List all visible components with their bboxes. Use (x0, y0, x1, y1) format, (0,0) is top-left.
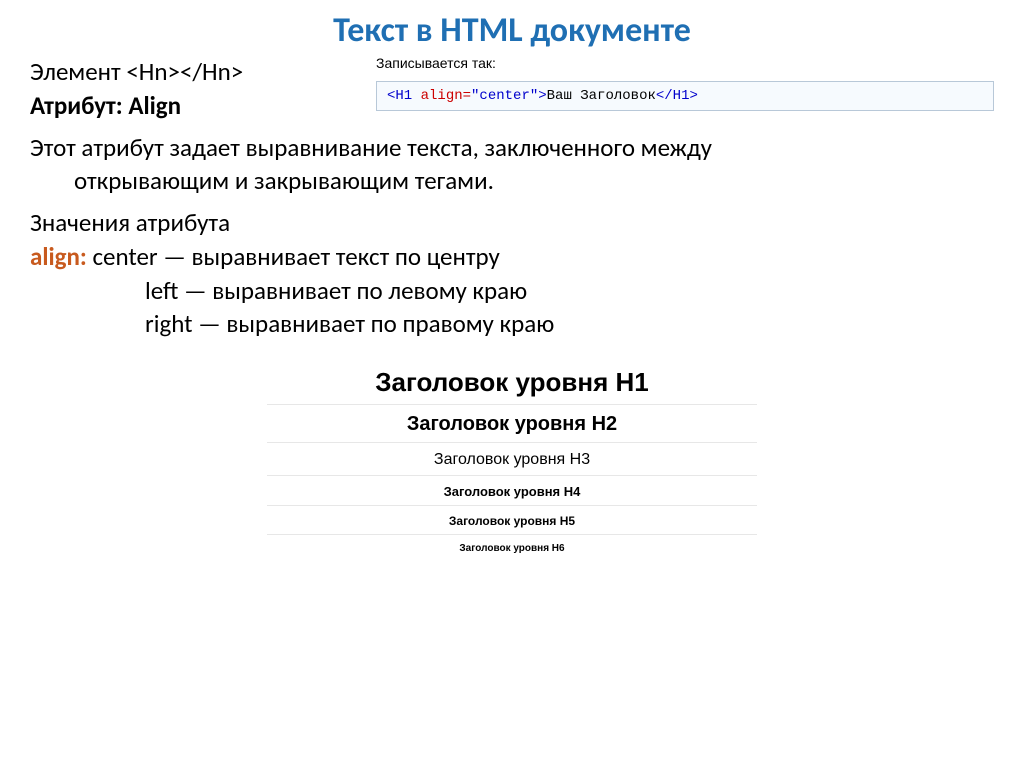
align-values-line-1: align: center — выравнивает текст по цен… (30, 240, 994, 274)
align-value-right: right — выравнивает по правому краю (30, 307, 994, 341)
attribute-line: Атрибут: Align (30, 89, 370, 123)
divider (267, 442, 757, 443)
slide-content: Текст в HTML документе Элемент <Hn></Hn>… (0, 0, 1024, 554)
heading-samples: Заголовок уровня H1 Заголовок уровня H2 … (267, 367, 757, 554)
slide-title: Текст в HTML документе (30, 10, 994, 51)
top-row: Элемент <Hn></Hn> Атрибут: Align Записыв… (30, 55, 994, 123)
code-caption: Записывается так: (376, 55, 994, 71)
code-open-tag: <H1 (387, 88, 421, 104)
element-line: Элемент <Hn></Hn> (30, 55, 370, 89)
description-line-2: открывающим и закрывающим тегами. (30, 164, 994, 198)
divider (267, 534, 757, 535)
description-line-1: Этот атрибут задает выравнивание текста,… (30, 131, 994, 165)
code-close-tag: </H1> (656, 88, 698, 104)
divider (267, 505, 757, 506)
align-value-left: left — выравнивает по левому краю (30, 274, 994, 308)
code-box: <H1 align="center">Ваш Заголовок</H1> (376, 81, 994, 111)
align-label: align: (30, 241, 87, 272)
sample-h2: Заголовок уровня H2 (267, 413, 757, 436)
left-text-block: Элемент <Hn></Hn> Атрибут: Align (30, 55, 370, 123)
code-content: Ваш Заголовок (547, 88, 656, 104)
code-example-block: Записывается так: <H1 align="center">Ваш… (370, 55, 994, 111)
align-value-center: center — выравнивает текст по центру (87, 241, 500, 272)
sample-h1: Заголовок уровня H1 (267, 367, 757, 398)
code-attr: align= (421, 88, 471, 104)
sample-h4: Заголовок уровня H4 (267, 484, 757, 499)
divider (267, 475, 757, 476)
divider (267, 404, 757, 405)
element-prefix: Элемент (30, 56, 126, 87)
code-attr-val: "center" (471, 88, 538, 104)
sample-h3: Заголовок уровня H3 (267, 451, 757, 469)
element-tag: <Hn></Hn> (126, 56, 243, 87)
values-title: Значения атрибута (30, 206, 994, 240)
sample-h6: Заголовок уровня H6 (267, 543, 757, 554)
sample-h5: Заголовок уровня H5 (267, 514, 757, 528)
code-close-open: > (538, 88, 546, 104)
